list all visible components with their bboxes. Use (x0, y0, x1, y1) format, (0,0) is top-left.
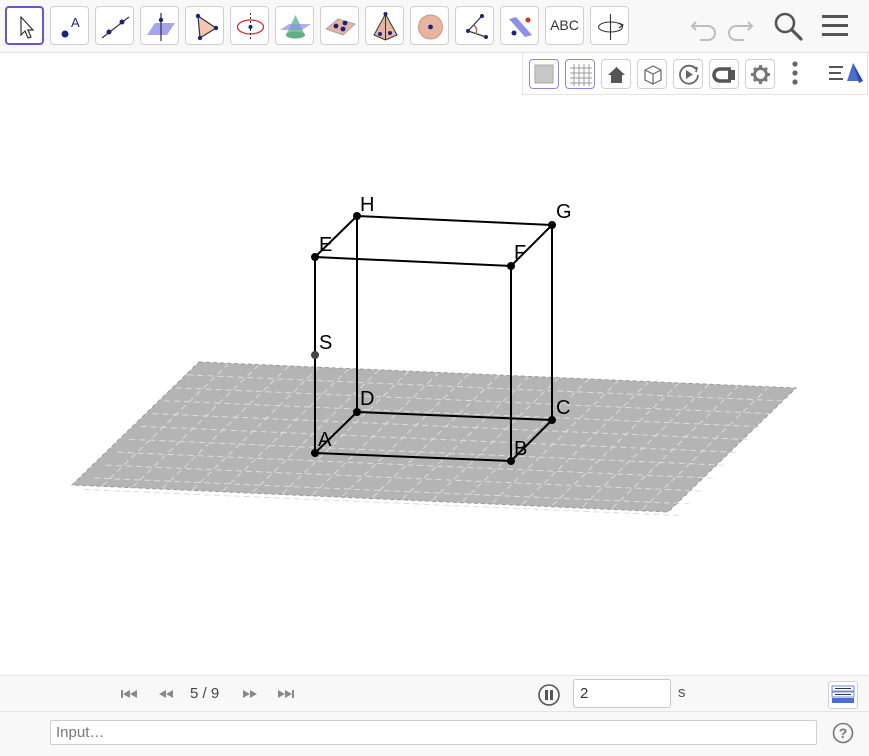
point-tool[interactable]: A (50, 6, 89, 45)
previous-slide-icon[interactable] (156, 686, 176, 702)
last-slide-icon[interactable] (276, 686, 296, 702)
label-f: F (514, 242, 526, 264)
label-a: A (318, 429, 332, 451)
svg-text:?: ? (839, 725, 848, 741)
edge-gh (356, 215, 553, 226)
label-s: S (319, 332, 332, 354)
cone-intersect-icon (280, 15, 311, 39)
standard-view-button[interactable] (601, 59, 631, 89)
label-c: C (556, 397, 570, 419)
reflect-plane-icon (509, 17, 532, 37)
rotate-animation-icon (679, 64, 699, 85)
triangle-icon (195, 13, 219, 41)
show-plane-button[interactable] (529, 59, 559, 89)
slide-counter: 5 / 9 (190, 685, 220, 702)
graphics-3d-view[interactable]: A B C D E F G H S (0, 53, 869, 675)
polygon-tool[interactable] (185, 6, 224, 45)
label-g: G (556, 201, 572, 223)
rotate-view-tool[interactable] (590, 6, 629, 45)
perpendicular-line-icon (147, 13, 175, 41)
gear-icon (751, 65, 770, 84)
label-d: D (360, 388, 374, 410)
xy-plane (70, 361, 798, 516)
algebra-view-button[interactable] (828, 681, 858, 709)
speed-unit: s (678, 684, 686, 701)
view-direction-button[interactable] (637, 59, 667, 89)
angle-tool[interactable] (455, 6, 494, 45)
plane-tool[interactable] (320, 6, 359, 45)
pause-icon[interactable] (538, 684, 560, 706)
angle-icon (466, 14, 488, 39)
show-plane-icon (534, 64, 554, 84)
circle-axis-icon (236, 13, 265, 41)
stereo-glasses-button[interactable] (709, 59, 739, 89)
sphere-tool[interactable] (410, 6, 449, 45)
undo-icon[interactable] (688, 10, 720, 42)
first-slide-icon[interactable] (119, 686, 139, 702)
point-c[interactable] (548, 416, 556, 424)
line-tool[interactable] (95, 6, 134, 45)
help-icon[interactable]: ? (832, 722, 854, 744)
rotate-animation-button[interactable] (673, 59, 703, 89)
settings-button[interactable] (745, 59, 775, 89)
circle-axis-tool[interactable] (230, 6, 269, 45)
edge-ef (314, 256, 512, 267)
redo-icon[interactable] (724, 10, 756, 42)
menu-icon[interactable] (819, 10, 851, 42)
stereo-glasses-icon (712, 67, 735, 83)
home-icon (608, 67, 625, 83)
cube-view-icon (644, 65, 662, 85)
algebra-input-field[interactable] (50, 720, 817, 745)
input-bar: ? (0, 711, 869, 756)
text-tool[interactable]: ABC (545, 6, 584, 45)
sphere-icon (418, 14, 443, 40)
intersect-surfaces-tool[interactable] (275, 6, 314, 45)
algebra-icon (831, 685, 855, 703)
svg-text:A: A (71, 15, 80, 30)
view-style-bar (522, 53, 868, 95)
plane-points-icon (325, 18, 356, 36)
toolbar: A ABC (0, 0, 869, 53)
grid-icon (570, 64, 592, 86)
pyramid-icon (373, 12, 398, 41)
label-e: E (319, 234, 332, 256)
search-icon[interactable] (772, 10, 804, 42)
view-toggle-icon[interactable] (827, 59, 867, 89)
next-slide-icon[interactable] (240, 686, 260, 702)
rotate-view-icon (597, 14, 625, 40)
reflect-tool[interactable] (500, 6, 539, 45)
slide-animation-bar: 5 / 9 s (0, 675, 869, 712)
arrow-cursor-icon (20, 15, 35, 39)
more-vertical-icon[interactable] (785, 59, 805, 89)
text-tool-label: ABC (550, 17, 579, 33)
pyramid-tool[interactable] (365, 6, 404, 45)
move-tool[interactable] (5, 6, 44, 45)
label-b: B (514, 438, 527, 460)
point-s[interactable] (311, 351, 319, 359)
point-e[interactable] (311, 253, 319, 261)
show-grid-button[interactable] (565, 59, 595, 89)
point-icon: A (61, 15, 80, 38)
label-h: H (360, 194, 374, 216)
point-g[interactable] (548, 221, 556, 229)
speed-input[interactable] (573, 679, 671, 708)
line-icon (101, 16, 130, 39)
perpendicular-line-tool[interactable] (140, 6, 179, 45)
